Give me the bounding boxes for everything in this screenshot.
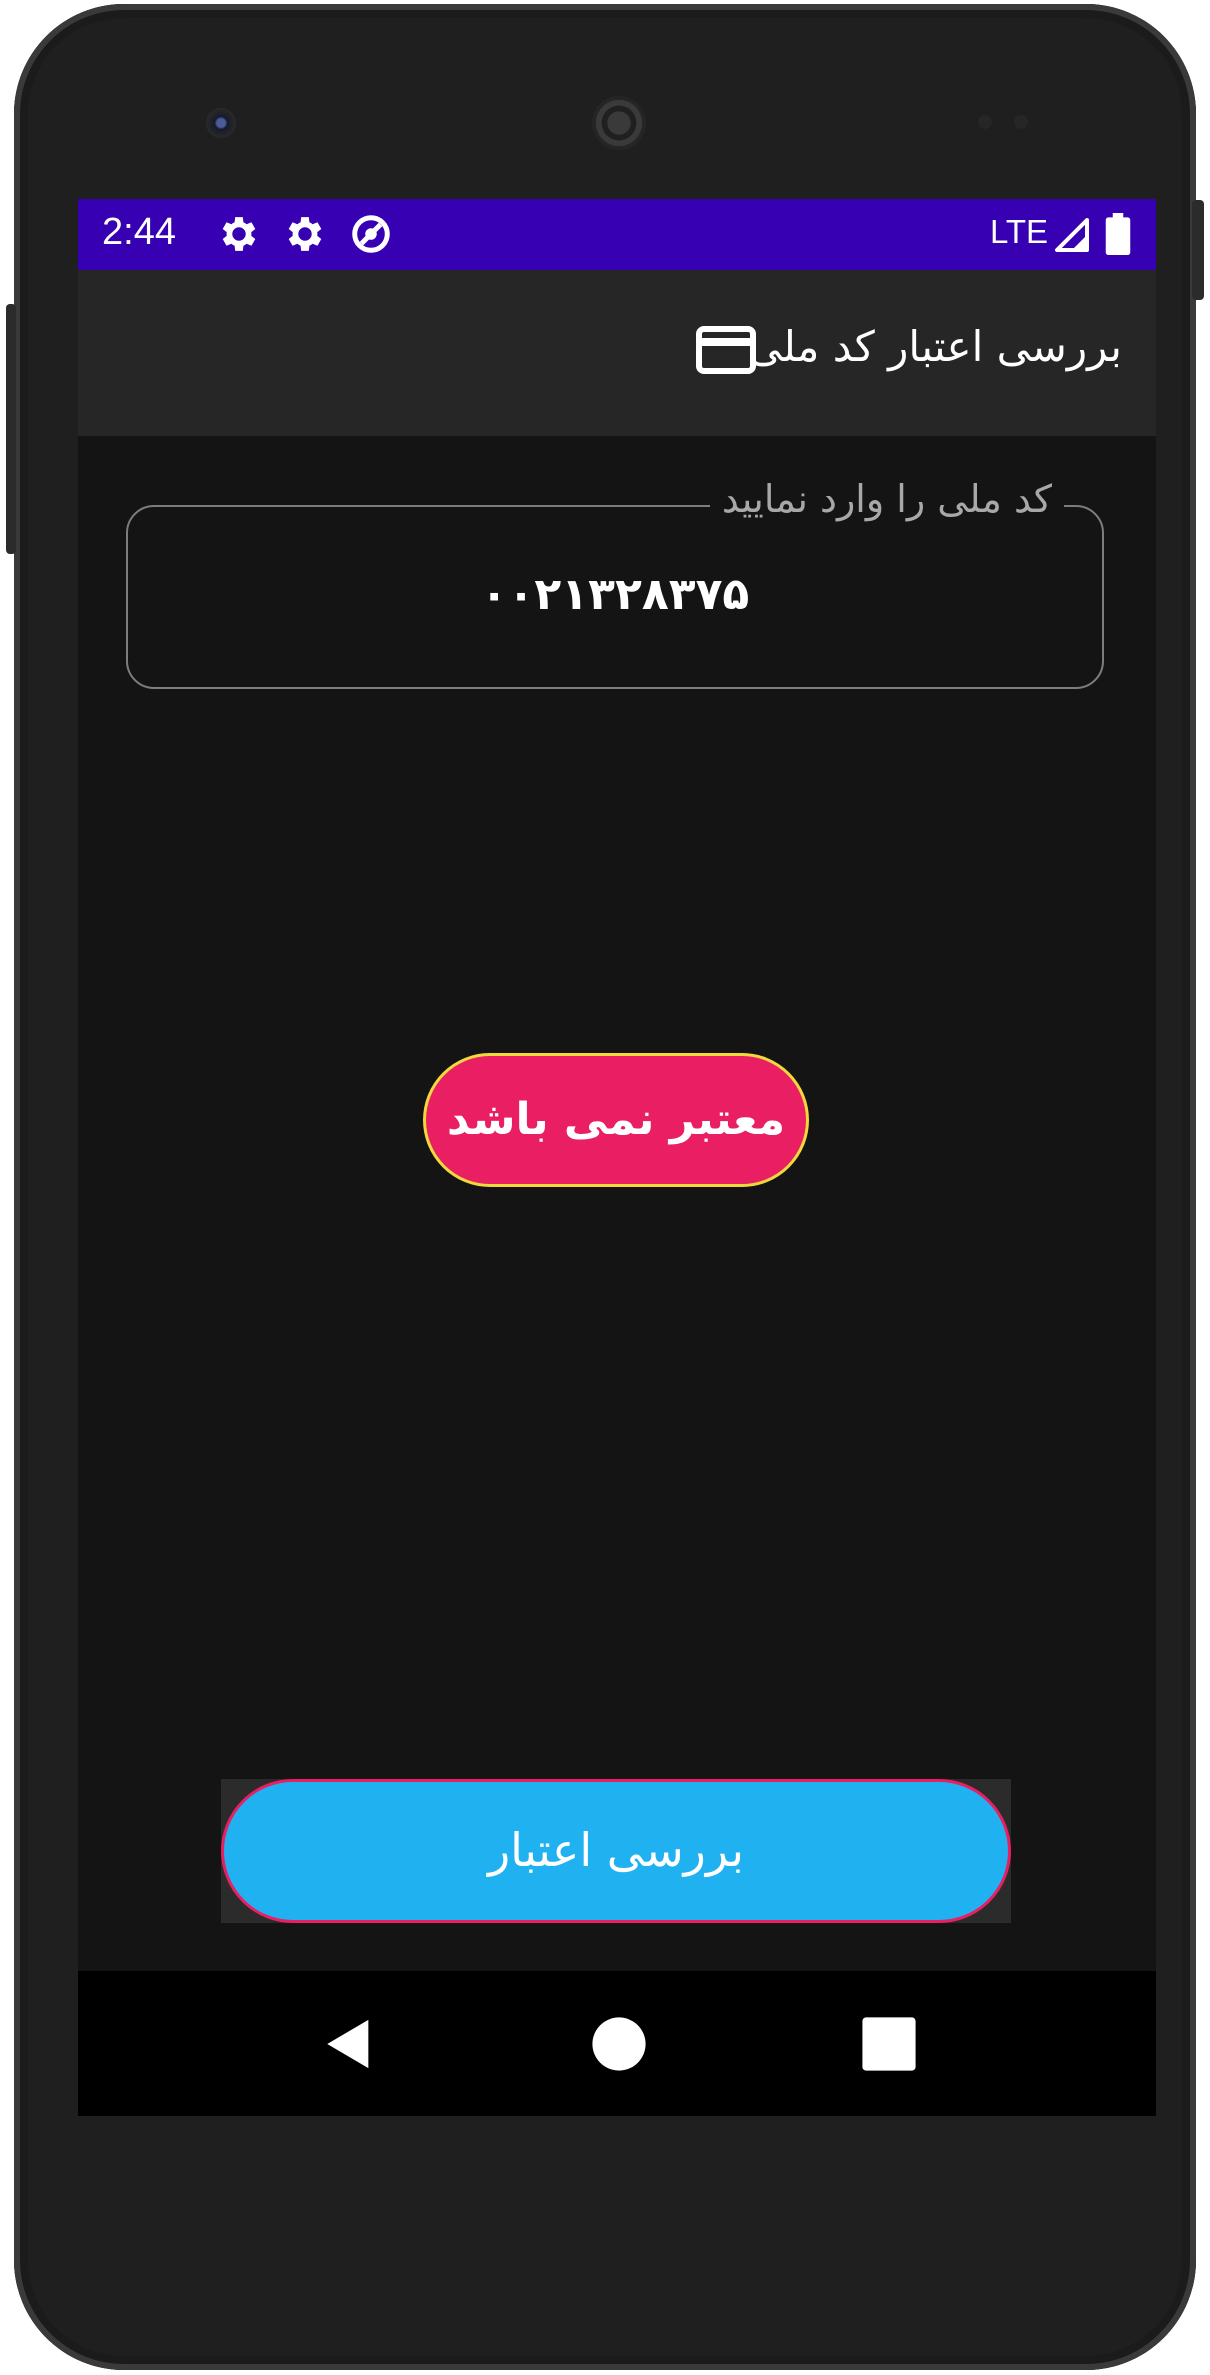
status-bar: 2:44 LTE — [78, 199, 1156, 270]
national-code-label: کد ملی را وارد نمایید — [709, 477, 1064, 521]
battery-icon — [1105, 213, 1131, 255]
app-bar: بررسی اعتبار کد ملی — [78, 270, 1156, 436]
national-code-value[interactable]: ۰۰۲۱۳۲۸۳۷۵ — [128, 569, 1102, 620]
phone-frame: 2:44 LTE بررسی اعتبار کد ملی کد ملی را و… — [6, 4, 1204, 2370]
screen: 2:44 LTE بررسی اعتبار کد ملی کد ملی را و… — [78, 199, 1156, 2116]
settings-icon — [222, 217, 256, 251]
power-button — [6, 304, 16, 554]
recents-icon[interactable] — [860, 2015, 918, 2073]
page-title: بررسی اعتبار کد ملی — [747, 322, 1122, 371]
home-icon[interactable] — [590, 2015, 648, 2073]
network-type: LTE — [990, 213, 1049, 250]
signal-icon — [1055, 218, 1089, 252]
data-saver-icon — [352, 215, 390, 253]
validation-result-badge: معتبر نمی باشد — [423, 1053, 809, 1187]
check-button-container: بررسی اعتبار — [221, 1779, 1011, 1923]
national-code-field[interactable]: کد ملی را وارد نمایید ۰۰۲۱۳۲۸۳۷۵ — [126, 477, 1104, 689]
front-camera — [206, 108, 236, 138]
navigation-bar — [78, 1971, 1156, 2116]
status-time: 2:44 — [102, 211, 176, 253]
earpiece-speaker — [592, 96, 646, 150]
back-icon[interactable] — [320, 2015, 378, 2073]
light-sensor — [1014, 115, 1028, 129]
volume-button — [1192, 200, 1204, 300]
check-validity-button[interactable]: بررسی اعتبار — [221, 1779, 1011, 1923]
settings-icon — [288, 217, 322, 251]
proximity-sensor — [978, 115, 992, 129]
